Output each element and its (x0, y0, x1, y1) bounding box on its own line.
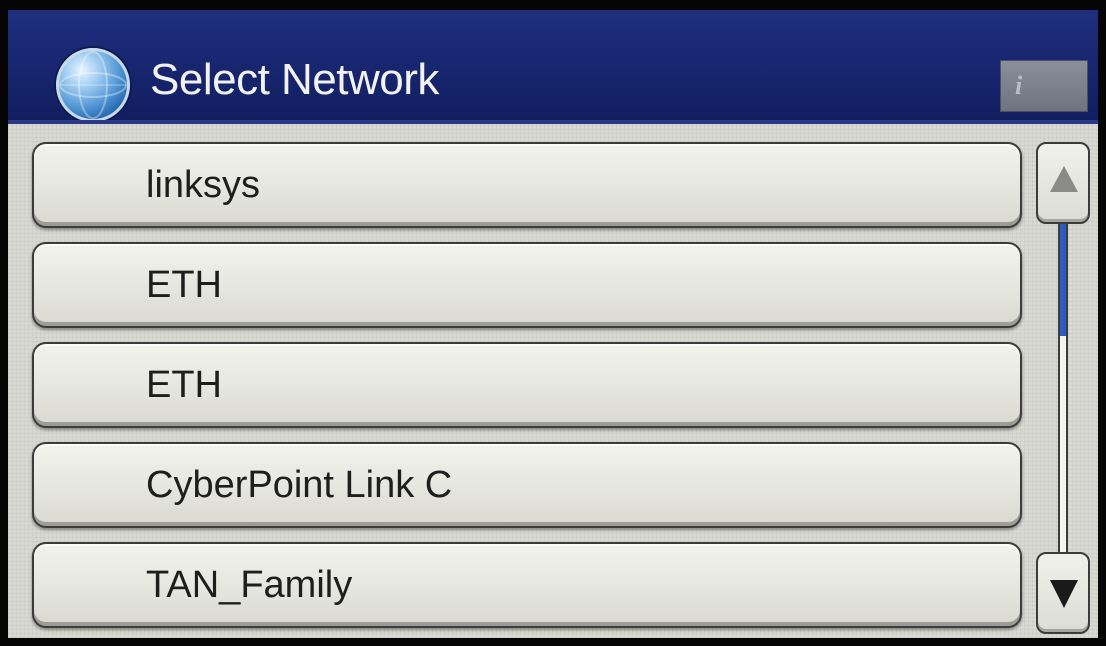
info-icon: i (1015, 71, 1023, 100)
network-item-tan-family[interactable]: TAN_Family (32, 542, 1022, 628)
network-item-cyberpoint-link-c[interactable]: CyberPoint Link C (32, 442, 1022, 528)
scrollbar[interactable] (1032, 132, 1094, 634)
title-bar: Select Network i (8, 10, 1098, 124)
info-button[interactable]: i (1000, 60, 1088, 112)
network-name: ETH (146, 264, 222, 306)
network-item-linksys[interactable]: linksys (32, 142, 1022, 228)
scroll-down-button[interactable] (1036, 552, 1090, 634)
arrow-down-icon (1050, 580, 1078, 608)
scroll-thumb[interactable] (1058, 224, 1068, 336)
network-name: CyberPoint Link C (146, 464, 453, 506)
network-item-eth-2[interactable]: ETH (32, 342, 1022, 428)
globe-icon (56, 48, 130, 122)
network-name: ETH (146, 364, 222, 406)
arrow-up-icon (1050, 166, 1078, 192)
network-list: linksys ETH ETH CyberPoint Link C TAN_Fa… (8, 124, 1038, 638)
printer-touch-screen: Select Network i linksys ETH ETH CyberPo… (8, 10, 1098, 638)
page-title: Select Network (150, 55, 439, 104)
network-item-eth-1[interactable]: ETH (32, 242, 1022, 328)
network-name: TAN_Family (146, 564, 353, 606)
network-name: linksys (146, 164, 261, 206)
scroll-up-button[interactable] (1036, 142, 1090, 224)
